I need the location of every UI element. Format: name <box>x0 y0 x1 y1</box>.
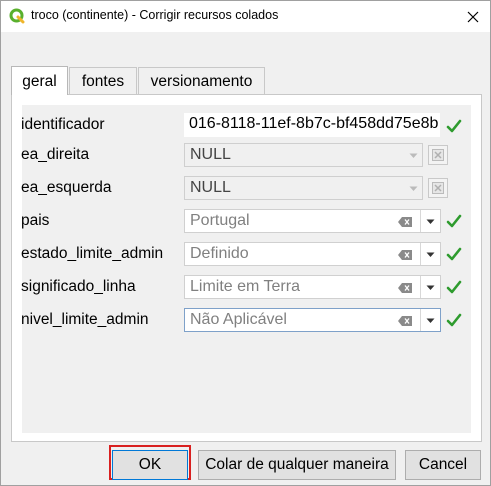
pais-value: Portugal <box>190 212 250 229</box>
clear-value-button[interactable] <box>428 145 448 165</box>
checkmark-icon <box>446 247 462 261</box>
title-bar: troco (continente) - Corrigir recursos c… <box>1 1 490 32</box>
cancel-button[interactable]: Cancel <box>405 450 481 480</box>
dialog-window: troco (continente) - Corrigir recursos c… <box>0 0 491 486</box>
field-label-nivel-limite-admin: nivel_limite_admin <box>21 311 149 328</box>
identificador-input[interactable]: 016-8118-11ef-8b7c-bf458dd75e8b <box>184 113 440 137</box>
field-label-ea-esquerda: ea_esquerda <box>21 179 112 196</box>
ea-direita-combo[interactable]: NULL <box>184 143 423 167</box>
nivel-limite-admin-value: Não Aplicável <box>190 311 287 328</box>
paste-anyway-button[interactable]: Colar de qualquer maneira <box>198 450 396 480</box>
chevron-down-icon[interactable] <box>420 309 440 331</box>
estado-limite-admin-value: Definido <box>190 245 249 262</box>
field-label-identificador: identificador <box>21 116 105 133</box>
checkmark-icon <box>446 313 462 327</box>
ea-esquerda-combo[interactable]: NULL <box>184 176 423 200</box>
tab-fontes[interactable]: fontes <box>69 67 137 95</box>
field-label-ea-direita: ea_direita <box>21 146 90 163</box>
clear-text-icon[interactable] <box>394 243 416 265</box>
close-icon <box>467 11 479 22</box>
field-label-estado-limite-admin: estado_limite_admin <box>21 245 164 262</box>
clear-icon <box>432 182 444 194</box>
nivel-limite-admin-combo[interactable]: Não Aplicável <box>184 308 441 332</box>
tab-versionamento[interactable]: versionamento <box>138 67 265 95</box>
close-button[interactable] <box>456 1 490 32</box>
estado-limite-admin-combo[interactable]: Definido <box>184 242 441 266</box>
qgis-logo-icon <box>9 8 25 24</box>
clear-text-icon[interactable] <box>394 276 416 298</box>
checkmark-icon <box>446 214 462 228</box>
ea-direita-value: NULL <box>190 146 231 163</box>
clear-value-button[interactable] <box>428 178 448 198</box>
ok-button[interactable]: OK <box>112 450 188 480</box>
significado-linha-combo[interactable]: Limite em Terra <box>184 275 441 299</box>
clear-text-icon[interactable] <box>394 309 416 331</box>
chevron-down-icon[interactable] <box>420 210 440 232</box>
clear-icon <box>432 149 444 161</box>
pais-combo[interactable]: Portugal <box>184 209 441 233</box>
chevron-down-icon[interactable] <box>420 243 440 265</box>
field-label-significado-linha: significado_linha <box>21 278 136 295</box>
window-title: troco (continente) - Corrigir recursos c… <box>31 8 279 22</box>
checkmark-icon <box>446 280 462 294</box>
clear-text-icon[interactable] <box>394 210 416 232</box>
chevron-down-icon[interactable] <box>420 276 440 298</box>
chevron-down-icon <box>403 177 422 199</box>
significado-linha-value: Limite em Terra <box>190 278 300 295</box>
tab-geral[interactable]: geral <box>11 66 68 95</box>
checkmark-icon <box>446 119 462 133</box>
field-label-pais: pais <box>21 212 50 229</box>
ea-esquerda-value: NULL <box>190 179 231 196</box>
chevron-down-icon <box>403 144 422 166</box>
